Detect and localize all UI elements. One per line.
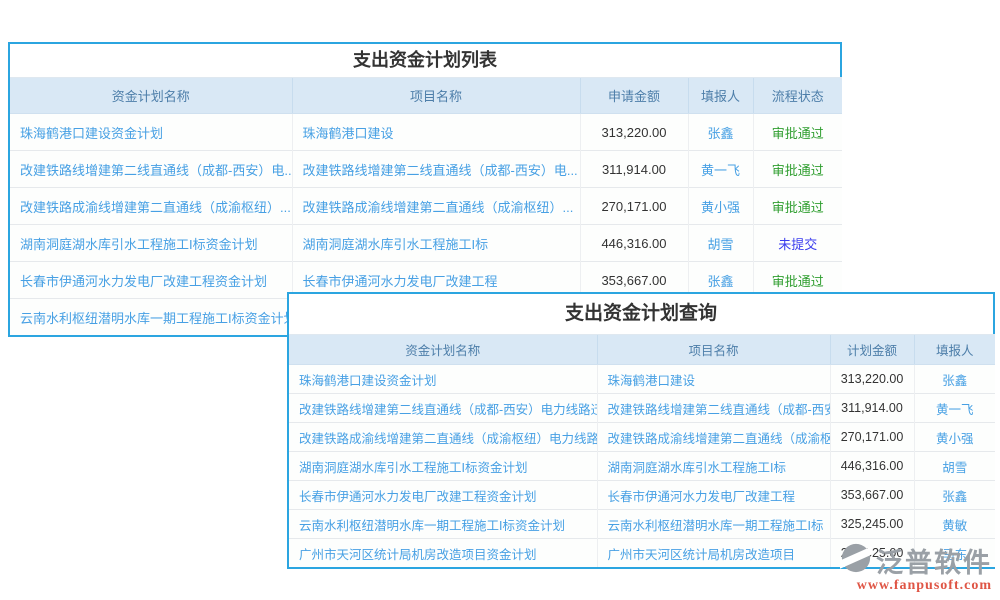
column-header: 申请金额 <box>580 78 688 114</box>
fund-plan-name-link[interactable]: 珠海鹤港口建设资金计划 <box>10 114 292 151</box>
project-name-link[interactable]: 改建铁路成渝线增建第二直通线（成渝枢纽）... <box>292 188 580 225</box>
column-header: 项目名称 <box>597 335 830 365</box>
reporter-link[interactable]: 黄小强 <box>688 188 753 225</box>
reporter-link[interactable]: 黄小强 <box>914 423 995 452</box>
table-row: 云南水利枢纽潜明水库一期工程施工I标资金计划云南水利枢纽潜明水库一期工程施工I标… <box>289 510 995 539</box>
fund-plan-name-link[interactable]: 改建铁路成渝线增建第二直通线（成渝枢纽）电力线路迁 <box>289 423 597 452</box>
reporter-link[interactable]: 黄一飞 <box>914 394 995 423</box>
table-row: 湖南洞庭湖水库引水工程施工I标资金计划湖南洞庭湖水库引水工程施工I标446,31… <box>289 452 995 481</box>
workflow-status-cell: 未提交 <box>753 225 842 262</box>
reporter-link[interactable]: 张鑫 <box>688 114 753 151</box>
query-table-header-row: 资金计划名称项目名称计划金额填报人 <box>289 335 995 365</box>
column-header: 资金计划名称 <box>10 78 292 114</box>
reporter-link[interactable]: 黄敏 <box>914 510 995 539</box>
planned-amount-cell: 446,316.00 <box>830 452 914 481</box>
applied-amount-cell: 311,914.00 <box>580 151 688 188</box>
table-row: 改建铁路成渝线增建第二直通线（成渝枢纽）电力线路迁改建铁路成渝线增建第二直通线（… <box>289 423 995 452</box>
table-row: 改建铁路线增建第二线直通线（成都-西安）电...改建铁路线增建第二线直通线（成都… <box>10 151 842 188</box>
planned-amount-cell: 353,667.00 <box>830 481 914 510</box>
fund-plan-name-link[interactable]: 云南水利枢纽潜明水库一期工程施工I标资金计划 <box>289 510 597 539</box>
list-panel-title: 支出资金计划列表 <box>10 44 840 77</box>
column-header: 项目名称 <box>292 78 580 114</box>
expenditure-plan-query-table: 资金计划名称项目名称计划金额填报人 珠海鹤港口建设资金计划珠海鹤港口建设313,… <box>289 334 995 567</box>
reporter-link[interactable]: 胡雪 <box>688 225 753 262</box>
project-name-link[interactable]: 广州市天河区统计局机房改造项目 <box>597 539 830 568</box>
column-header: 填报人 <box>914 335 995 365</box>
planned-amount-cell: 313,220.00 <box>830 365 914 394</box>
workflow-status-cell: 审批通过 <box>753 151 842 188</box>
fund-plan-name-link[interactable]: 广州市天河区统计局机房改造项目资金计划 <box>289 539 597 568</box>
project-name-link[interactable]: 改建铁路成渝线增建第二直通线（成渝枢纽 <box>597 423 830 452</box>
fund-plan-name-link[interactable]: 长春市伊通河水力发电厂改建工程资金计划 <box>10 262 292 299</box>
project-name-link[interactable]: 长春市伊通河水力发电厂改建工程 <box>597 481 830 510</box>
fund-plan-name-link[interactable]: 湖南洞庭湖水库引水工程施工I标资金计划 <box>289 452 597 481</box>
project-name-link[interactable]: 珠海鹤港口建设 <box>597 365 830 394</box>
project-name-link[interactable]: 改建铁路线增建第二线直通线（成都-西安）电... <box>292 151 580 188</box>
fund-plan-name-link[interactable]: 珠海鹤港口建设资金计划 <box>289 365 597 394</box>
applied-amount-cell: 313,220.00 <box>580 114 688 151</box>
project-name-link[interactable]: 云南水利枢纽潜明水库一期工程施工I标 <box>597 510 830 539</box>
watermark: 泛普软件 www.fanpusoft.com <box>840 541 992 594</box>
table-row: 长春市伊通河水力发电厂改建工程资金计划长春市伊通河水力发电厂改建工程353,66… <box>289 481 995 510</box>
list-table-header-row: 资金计划名称项目名称申请金额填报人流程状态 <box>10 78 842 114</box>
query-panel-title: 支出资金计划查询 <box>289 294 993 334</box>
applied-amount-cell: 270,171.00 <box>580 188 688 225</box>
workflow-status-cell: 审批通过 <box>753 114 842 151</box>
watermark-url: www.fanpusoft.com <box>840 578 992 594</box>
column-header: 资金计划名称 <box>289 335 597 365</box>
fund-plan-name-link[interactable]: 改建铁路成渝线增建第二直通线（成渝枢纽）... <box>10 188 292 225</box>
workflow-status-cell: 审批通过 <box>753 188 842 225</box>
table-row: 珠海鹤港口建设资金计划珠海鹤港口建设313,220.00张鑫 <box>289 365 995 394</box>
planned-amount-cell: 270,171.00 <box>830 423 914 452</box>
fund-plan-name-link[interactable]: 湖南洞庭湖水库引水工程施工I标资金计划 <box>10 225 292 262</box>
expenditure-plan-query-panel: 支出资金计划查询 资金计划名称项目名称计划金额填报人 珠海鹤港口建设资金计划珠海… <box>287 292 995 569</box>
project-name-link[interactable]: 湖南洞庭湖水库引水工程施工I标 <box>292 225 580 262</box>
reporter-link[interactable]: 张鑫 <box>914 481 995 510</box>
table-row: 改建铁路线增建第二线直通线（成都-西安）电力线路迁改建铁路线增建第二线直通线（成… <box>289 394 995 423</box>
table-row: 珠海鹤港口建设资金计划珠海鹤港口建设313,220.00张鑫审批通过 <box>10 114 842 151</box>
table-row: 湖南洞庭湖水库引水工程施工I标资金计划湖南洞庭湖水库引水工程施工I标446,31… <box>10 225 842 262</box>
fund-plan-name-link[interactable]: 云南水利枢纽潜明水库一期工程施工I标资金计划 <box>10 299 292 336</box>
fund-plan-name-link[interactable]: 改建铁路线增建第二线直通线（成都-西安）电力线路迁 <box>289 394 597 423</box>
table-row: 改建铁路成渝线增建第二直通线（成渝枢纽）...改建铁路成渝线增建第二直通线（成渝… <box>10 188 842 225</box>
watermark-brand: 泛普软件 <box>876 541 992 580</box>
project-name-link[interactable]: 湖南洞庭湖水库引水工程施工I标 <box>597 452 830 481</box>
column-header: 填报人 <box>688 78 753 114</box>
planned-amount-cell: 311,914.00 <box>830 394 914 423</box>
reporter-link[interactable]: 黄一飞 <box>688 151 753 188</box>
project-name-link[interactable]: 珠海鹤港口建设 <box>292 114 580 151</box>
reporter-link[interactable]: 胡雪 <box>914 452 995 481</box>
applied-amount-cell: 446,316.00 <box>580 225 688 262</box>
fund-plan-name-link[interactable]: 长春市伊通河水力发电厂改建工程资金计划 <box>289 481 597 510</box>
fund-plan-name-link[interactable]: 改建铁路线增建第二线直通线（成都-西安）电... <box>10 151 292 188</box>
column-header: 计划金额 <box>830 335 914 365</box>
project-name-link[interactable]: 改建铁路线增建第二线直通线（成都-西安 <box>597 394 830 423</box>
reporter-link[interactable]: 张鑫 <box>914 365 995 394</box>
column-header: 流程状态 <box>753 78 842 114</box>
fanpu-logo-icon <box>840 542 872 579</box>
planned-amount-cell: 325,245.00 <box>830 510 914 539</box>
